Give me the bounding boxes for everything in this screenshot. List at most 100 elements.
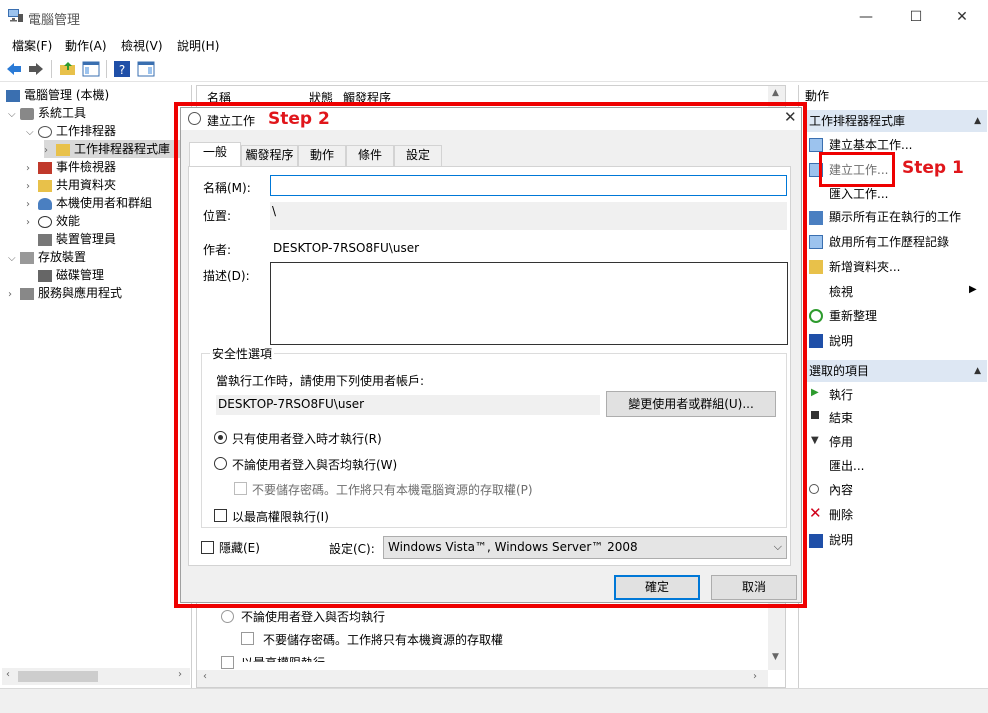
tab-general[interactable]: 一般	[189, 142, 241, 167]
hidden-checkbox[interactable]	[201, 541, 214, 554]
show-action-pane-icon[interactable]	[137, 60, 155, 78]
location-value: \	[272, 204, 277, 218]
menu-view[interactable]: 檢視(V)	[121, 37, 163, 54]
menu-help[interactable]: 說明(H)	[177, 37, 219, 54]
dialog-close-button[interactable]: ✕	[784, 108, 797, 126]
tree-item-performance[interactable]: › 效能	[26, 212, 80, 230]
action-view[interactable]: 檢視	[829, 282, 853, 302]
scroll-right-icon[interactable]: ›	[178, 669, 182, 680]
configure-for-select[interactable]: Windows Vista™, Windows Server™ 2008 ⌵	[383, 536, 787, 559]
running-tasks-icon	[809, 211, 823, 225]
behind-radio-label: 不論使用者登入與否均執行	[241, 610, 386, 624]
author-label: 作者:	[203, 243, 232, 257]
action-end[interactable]: 結束	[829, 408, 853, 428]
tree-item-local-users-groups[interactable]: › 本機使用者和群組	[26, 194, 152, 212]
no-store-password-checkbox[interactable]	[234, 482, 247, 495]
chevron-right-icon[interactable]: ›	[8, 286, 20, 304]
action-delete[interactable]: 刪除	[829, 505, 853, 525]
action-properties[interactable]: 內容	[829, 480, 853, 500]
forward-arrow-icon[interactable]	[27, 60, 45, 78]
name-input[interactable]	[270, 175, 787, 196]
action-help-selected[interactable]: 說明	[829, 530, 853, 550]
action-display-running[interactable]: 顯示所有正在執行的工作	[829, 207, 961, 227]
tree-item-device-manager[interactable]: 裝置管理員	[26, 230, 116, 248]
action-enable-history[interactable]: 啟用所有工作歷程記錄	[829, 232, 949, 252]
tree-label: 電腦管理 (本機)	[24, 88, 110, 102]
actions-section-selected[interactable]: 選取的項目 ▲	[803, 360, 987, 382]
action-refresh[interactable]: 重新整理	[829, 306, 877, 326]
tree-item-disk-management[interactable]: 磁碟管理	[26, 266, 104, 284]
tab-conditions[interactable]: 條件	[346, 145, 394, 166]
scroll-right-icon[interactable]: ›	[753, 671, 757, 682]
tree-label: 服務與應用程式	[38, 286, 123, 300]
tree-item-task-scheduler-library[interactable]: › 工作排程器程式庫	[44, 140, 190, 158]
run-logged-on-radio[interactable]	[214, 431, 227, 444]
menu-action[interactable]: 動作(A)	[65, 37, 107, 54]
run-whether-logged-radio[interactable]	[214, 457, 227, 470]
back-arrow-icon[interactable]	[5, 60, 23, 78]
actions-section-library[interactable]: 工作排程器程式庫 ▲	[803, 110, 987, 132]
horizontal-scrollbar[interactable]: ‹ ›	[197, 670, 768, 687]
scroll-down-icon[interactable]: ▼	[772, 652, 779, 662]
clock-icon	[188, 112, 201, 125]
tree-item-event-viewer[interactable]: › 事件檢視器	[26, 158, 116, 176]
collapse-up-icon[interactable]: ▲	[974, 360, 981, 382]
step1-label: Step 1	[902, 158, 964, 178]
maximize-button[interactable]: ☐	[902, 6, 930, 28]
menu-bar: 檔案(F) 動作(A) 檢視(V) 說明(H)	[0, 34, 988, 56]
action-import-task[interactable]: 匯入工作...	[829, 184, 888, 204]
help-icon[interactable]: ?	[113, 60, 131, 78]
minimize-button[interactable]: —	[852, 6, 880, 28]
cancel-button[interactable]: 取消	[711, 575, 797, 600]
description-textarea[interactable]	[270, 262, 788, 345]
tree-item-computer-management[interactable]: 電腦管理 (本機)	[6, 86, 109, 104]
scroll-left-icon[interactable]: ‹	[6, 669, 10, 680]
show-hide-tree-icon[interactable]	[82, 60, 100, 78]
scroll-thumb[interactable]	[18, 671, 98, 682]
behind-checkbox	[241, 632, 254, 645]
action-disable[interactable]: 停用	[829, 432, 853, 452]
device-manager-icon	[38, 233, 52, 246]
horizontal-scrollbar[interactable]: ‹ ›	[2, 668, 190, 685]
tree-item-storage[interactable]: ⌵ 存放裝置	[8, 248, 86, 266]
chevron-down-icon[interactable]: ⌵	[8, 106, 20, 124]
tree-label: 裝置管理員	[56, 232, 117, 246]
tree-item-services-apps[interactable]: › 服務與應用程式	[8, 284, 122, 302]
section-label: 選取的項目	[809, 364, 870, 378]
behind-radio	[221, 610, 234, 623]
close-button[interactable]: ✕	[948, 6, 976, 28]
folder-up-icon[interactable]	[59, 60, 77, 78]
change-user-button[interactable]: 變更使用者或群組(U)...	[606, 391, 776, 417]
computer-management-icon	[8, 9, 23, 22]
chevron-down-icon[interactable]: ⌵	[774, 537, 782, 557]
action-run[interactable]: 執行	[829, 385, 853, 405]
submenu-arrow-icon: ▶	[969, 284, 977, 295]
user-account-field: DESKTOP-7RSO8FU\user	[216, 395, 600, 415]
chevron-down-icon[interactable]: ⌵	[8, 250, 20, 268]
ok-button[interactable]: 確定	[614, 575, 700, 600]
action-new-folder[interactable]: 新增資料夾...	[829, 257, 900, 277]
name-label: 名稱(M):	[203, 181, 251, 195]
tree-label: 效能	[56, 214, 81, 228]
scroll-up-icon[interactable]: ▲	[772, 88, 779, 98]
hidden-label: 隱藏(E)	[219, 541, 260, 555]
tree-label: 共用資料夾	[56, 178, 117, 192]
tree-item-system-tools[interactable]: ⌵ 系統工具	[8, 104, 86, 122]
chevron-down-icon[interactable]: ⌵	[26, 124, 38, 142]
section-label: 工作排程器程式庫	[809, 114, 906, 128]
action-export[interactable]: 匯出...	[829, 456, 864, 476]
highest-privileges-checkbox[interactable]	[214, 509, 227, 522]
menu-file[interactable]: 檔案(F)	[12, 37, 52, 54]
action-help[interactable]: 說明	[829, 331, 853, 351]
tree-item-task-scheduler[interactable]: ⌵ 工作排程器	[26, 122, 116, 140]
tree-item-shared-folders[interactable]: › 共用資料夾	[26, 176, 116, 194]
end-icon	[811, 411, 819, 419]
tree-label: 工作排程器程式庫	[74, 142, 171, 156]
collapse-up-icon[interactable]: ▲	[974, 110, 981, 132]
tab-triggers[interactable]: 觸發程序	[241, 145, 298, 166]
location-field: \	[270, 202, 787, 230]
tab-actions[interactable]: 動作	[298, 145, 346, 166]
tab-settings[interactable]: 設定	[394, 145, 442, 166]
user-account-value: DESKTOP-7RSO8FU\user	[218, 397, 365, 411]
scroll-left-icon[interactable]: ‹	[203, 671, 207, 682]
